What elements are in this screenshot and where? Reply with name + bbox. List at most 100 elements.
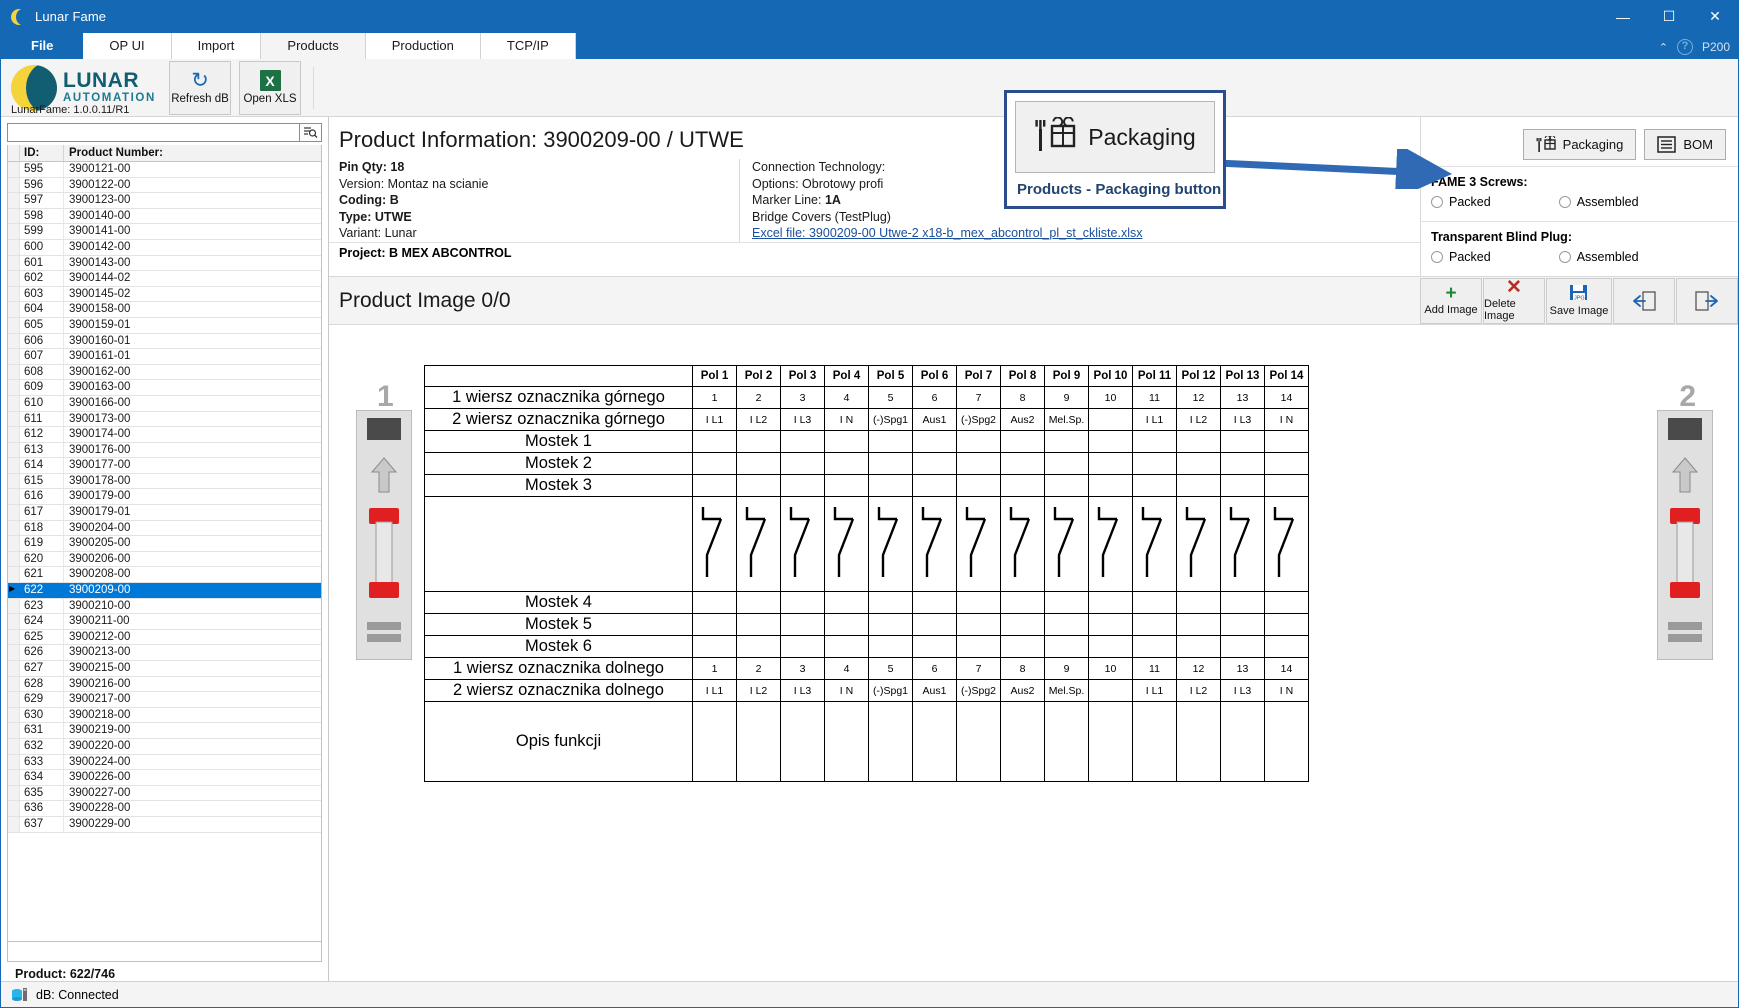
cell-product-number: 3900121-00 <box>69 163 131 175</box>
table-row[interactable]: 616 3900179-00 <box>8 489 321 506</box>
table-row[interactable]: 633 3900224-00 <box>8 754 321 771</box>
delete-image-button[interactable]: ✕ Delete Image <box>1483 277 1545 324</box>
minimize-button[interactable]: — <box>1600 1 1646 32</box>
table-row[interactable]: 631 3900219-00 <box>8 723 321 739</box>
bom-button[interactable]: BOM <box>1644 129 1726 160</box>
save-image-button[interactable]: JPG Save Image <box>1546 277 1612 324</box>
table-row[interactable]: 610 3900166-00 <box>8 395 321 412</box>
table-row[interactable]: 597 3900123-00 <box>8 193 321 209</box>
excel-file-link[interactable]: Excel file: 3900209-00 Utwe-2 x18-b_mex_… <box>752 225 1142 242</box>
field-version: Version: Montaz na scianie <box>339 176 489 191</box>
table-row[interactable]: 615 3900178-00 <box>8 473 321 490</box>
table-row[interactable]: 600 3900142-00 <box>8 239 321 256</box>
data-cell <box>1088 701 1133 782</box>
radio-fame3-assembled[interactable]: Assembled <box>1558 195 1639 209</box>
refresh-db-button[interactable]: ↻ Refresh dB <box>169 60 231 115</box>
data-cell <box>956 613 1001 636</box>
search-button[interactable] <box>300 123 322 142</box>
table-row[interactable]: 636 3900228-00 <box>8 801 321 817</box>
close-button[interactable]: ✕ <box>1692 1 1738 32</box>
packaging-button[interactable]: Packaging <box>1522 129 1637 160</box>
collapse-ribbon-icon[interactable]: ⌃ <box>1659 41 1668 54</box>
data-cell <box>1000 701 1045 782</box>
table-row[interactable]: 603 3900145-02 <box>8 286 321 303</box>
group-title-transparent-blind-plug: Transparent Blind Plug: <box>1431 230 1572 244</box>
help-icon[interactable]: ? <box>1676 39 1693 55</box>
table-row[interactable]: 604 3900158-00 <box>8 302 321 318</box>
table-row[interactable]: 607 3900161-01 <box>8 349 321 365</box>
table-row[interactable]: 617 3900179-01 <box>8 505 321 521</box>
table-row[interactable]: 613 3900176-00 <box>8 442 321 459</box>
table-row[interactable]: 619 3900205-00 <box>8 536 321 552</box>
data-cell <box>912 430 957 453</box>
open-xls-button[interactable]: X Open XLS <box>239 60 301 115</box>
tab-tcp-ip[interactable]: TCP/IP <box>480 33 576 59</box>
table-row[interactable]: 598 3900140-00 <box>8 208 321 225</box>
switch-symbol-cell <box>956 496 1001 592</box>
cell-id: 623 <box>20 598 64 614</box>
table-row[interactable]: 596 3900122-00 <box>8 177 321 194</box>
import-image-button[interactable] <box>1613 277 1675 324</box>
table-row[interactable]: 601 3900143-00 <box>8 255 321 272</box>
table-row[interactable]: 618 3900204-00 <box>8 520 321 537</box>
cell-product-number: 3900141-00 <box>69 225 131 238</box>
add-image-button[interactable]: + Add Image <box>1420 277 1482 324</box>
radio-plug-packed[interactable]: Packed <box>1431 250 1491 264</box>
table-row[interactable]: 608 3900162-00 <box>8 364 321 381</box>
cell-product-number: 3900166-00 <box>69 396 131 409</box>
data-cell: 5 <box>868 657 913 680</box>
data-cell: 3 <box>780 386 825 409</box>
cell-product-number: 3900158-00 <box>69 303 131 316</box>
table-row[interactable]: 612 3900174-00 <box>8 427 321 443</box>
data-cell <box>1220 474 1265 497</box>
tab-import[interactable]: Import <box>171 33 262 59</box>
table-row[interactable]: 629 3900217-00 <box>8 692 321 708</box>
radio-plug-assembled[interactable]: Assembled <box>1558 250 1639 264</box>
callout-label: Products - Packaging button <box>1017 181 1222 198</box>
table-row[interactable]: 620 3900206-00 <box>8 551 321 568</box>
table-row[interactable]: 626 3900213-00 <box>8 645 321 661</box>
table-row[interactable]: 611 3900173-00 <box>8 411 321 428</box>
row-selector <box>8 598 20 614</box>
table-row[interactable]: 623 3900210-00 <box>8 598 321 615</box>
data-cell <box>868 635 913 658</box>
tab-production[interactable]: Production <box>365 33 481 59</box>
group-title-fame-3-screws: FAME 3 Screws: <box>1431 175 1528 189</box>
table-row[interactable]: 599 3900141-00 <box>8 224 321 240</box>
tab-op-ui[interactable]: OP UI <box>83 33 172 59</box>
app-moon-icon <box>11 8 29 25</box>
maximize-button[interactable]: ☐ <box>1646 1 1692 32</box>
data-cell: Aus1 <box>912 408 957 431</box>
cell-product-number: 3900217-00 <box>69 693 131 706</box>
search-input[interactable] <box>7 123 300 142</box>
tab-products[interactable]: Products <box>261 33 366 59</box>
table-row[interactable]: 634 3900226-00 <box>8 770 321 786</box>
refresh-icon: ↻ <box>191 68 209 92</box>
table-row[interactable]: 635 3900227-00 <box>8 785 321 802</box>
table-row[interactable]: 606 3900160-01 <box>8 333 321 350</box>
table-row[interactable]: 624 3900211-00 <box>8 614 321 630</box>
data-cell <box>912 452 957 475</box>
table-row[interactable]: 609 3900163-00 <box>8 380 321 396</box>
table-row[interactable]: 622 3900209-00 <box>8 583 321 599</box>
product-grid[interactable]: ID: Product Number: 595 3900121-00 596 3900… <box>7 145 322 942</box>
table-row[interactable]: 595 3900121-00 <box>8 162 321 178</box>
data-cell <box>1000 430 1045 453</box>
row-selector <box>8 614 20 629</box>
table-row[interactable]: 637 3900229-00 <box>8 816 321 833</box>
row-selector <box>8 333 20 349</box>
table-row[interactable]: 602 3900144-02 <box>8 271 321 287</box>
export-image-button[interactable] <box>1676 277 1738 324</box>
table-row[interactable]: 614 3900177-00 <box>8 458 321 474</box>
table-row[interactable]: 605 3900159-01 <box>8 317 321 334</box>
table-row[interactable]: 625 3900212-00 <box>8 629 321 646</box>
tab-file[interactable]: File <box>1 33 84 59</box>
radio-fame3-packed[interactable]: Packed <box>1431 195 1491 209</box>
table-row[interactable]: 627 3900215-00 <box>8 661 321 677</box>
table-row[interactable]: 628 3900216-00 <box>8 676 321 693</box>
cell-product-number: 3900142-00 <box>69 240 131 253</box>
table-row[interactable]: 632 3900220-00 <box>8 738 321 755</box>
data-cell <box>824 474 869 497</box>
table-row[interactable]: 630 3900218-00 <box>8 707 321 724</box>
table-row[interactable]: 621 3900208-00 <box>8 567 321 584</box>
